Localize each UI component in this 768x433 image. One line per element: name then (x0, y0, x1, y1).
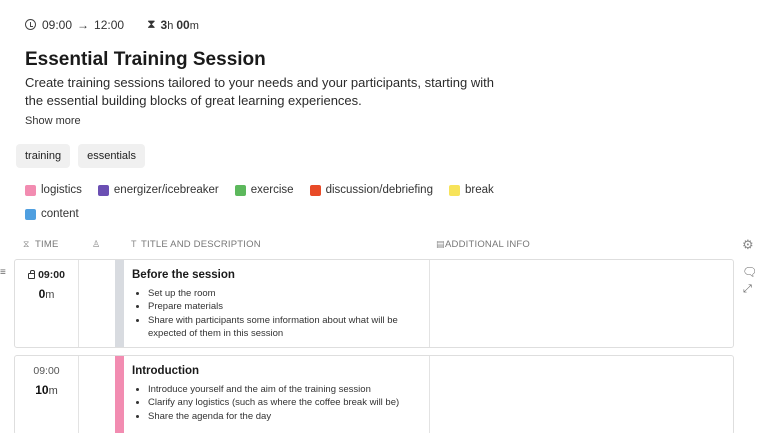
comment-icon[interactable]: 🗨 (742, 265, 757, 279)
row-content[interactable]: Introduction Introduce yourself and the … (132, 365, 422, 423)
hourglass-icon: ⧗ (147, 17, 156, 31)
row-start-time[interactable]: 09:00 (15, 269, 78, 281)
column-header-time: TIME (35, 239, 59, 250)
row-title: Before the session (132, 269, 235, 281)
legend-swatch (25, 184, 36, 196)
legend-swatch (309, 184, 321, 196)
row-start-time[interactable]: 09:00 (15, 365, 78, 377)
table-header: ⧖ TIME ♙ T TITLE AND DESCRIPTION ▤ ADDIT… (0, 237, 768, 251)
legend-item-discussion: discussion/debriefing (309, 183, 433, 197)
column-header-info: ADDITIONAL INFO (445, 239, 530, 250)
arrow-icon: → (77, 17, 90, 32)
legend-item-exercise: exercise (234, 183, 294, 197)
list-item: Share with participants some information… (148, 314, 422, 341)
list-item: Share the agenda for the day (148, 410, 422, 423)
list-item: Set up the room (148, 287, 422, 300)
session-timebar: 09:00 → 12:00 ⧗ 3h 00m (25, 17, 199, 32)
row-duration[interactable]: 10m (15, 383, 78, 397)
end-time[interactable]: 12:00 (94, 18, 124, 32)
list-item: Introduce yourself and the aim of the tr… (148, 383, 422, 396)
session-duration: 3h 00m (160, 17, 199, 32)
row-content[interactable]: Before the session Set up the room Prepa… (132, 269, 422, 340)
legend-item-break: break (448, 183, 494, 197)
start-time[interactable]: 09:00 (42, 18, 72, 32)
document-icon: ▤ (436, 239, 445, 249)
page-title[interactable]: Essential Training Session (25, 49, 266, 71)
row-time-cell: 09:00 0m (15, 260, 79, 347)
tag-list: training essentials (16, 144, 145, 168)
row-bullets: Set up the room Prepare materials Share … (148, 287, 422, 340)
table-row[interactable]: 09:00 0m Before the session Set up the r… (14, 259, 734, 348)
gear-icon[interactable]: ⚙ (742, 237, 754, 253)
list-item: Clarify any logistics (such as where the… (148, 396, 422, 409)
table-row[interactable]: 09:00 10m Introduction Introduce yoursel… (14, 355, 734, 433)
list-item: Prepare materials (148, 300, 422, 313)
clock-icon (25, 19, 36, 30)
legend-item-content: content (25, 207, 79, 221)
info-divider (429, 260, 430, 347)
expand-icon[interactable]: ⤢ (743, 283, 752, 296)
show-more-link[interactable]: Show more (25, 115, 81, 127)
legend-swatch (25, 208, 36, 220)
row-category-bar (115, 356, 124, 433)
legend-label: energizer/icebreaker (113, 184, 219, 196)
category-legend: logistics energizer/icebreaker exercise … (25, 183, 525, 221)
row-duration[interactable]: 0m (15, 287, 78, 301)
tag-training[interactable]: training (16, 144, 71, 168)
session-description[interactable]: Create training sessions tailored to you… (25, 74, 495, 109)
legend-label: break (464, 184, 494, 196)
legend-label: exercise (250, 184, 294, 196)
legend-item-energizer: energizer/icebreaker (97, 183, 219, 197)
legend-label: discussion/debriefing (325, 184, 433, 196)
row-bullets: Introduce yourself and the aim of the tr… (148, 383, 422, 423)
person-icon: ♙ (92, 239, 101, 249)
row-time-cell: 09:00 10m (15, 356, 79, 433)
legend-swatch (234, 184, 246, 196)
lock-icon (28, 270, 36, 279)
drag-handle-icon[interactable]: ≡ (0, 267, 6, 278)
row-title: Introduction (132, 365, 200, 377)
tag-essentials[interactable]: essentials (78, 144, 145, 168)
column-header-title: TITLE AND DESCRIPTION (141, 239, 261, 250)
row-category-bar (115, 260, 124, 347)
text-icon: T (131, 239, 137, 249)
legend-label: content (41, 208, 79, 220)
time-column-icon: ⧖ (23, 239, 30, 249)
legend-swatch (448, 184, 460, 196)
info-divider (429, 356, 430, 433)
legend-item-logistics: logistics (25, 183, 82, 197)
legend-label: logistics (41, 184, 82, 196)
legend-swatch (97, 184, 109, 196)
